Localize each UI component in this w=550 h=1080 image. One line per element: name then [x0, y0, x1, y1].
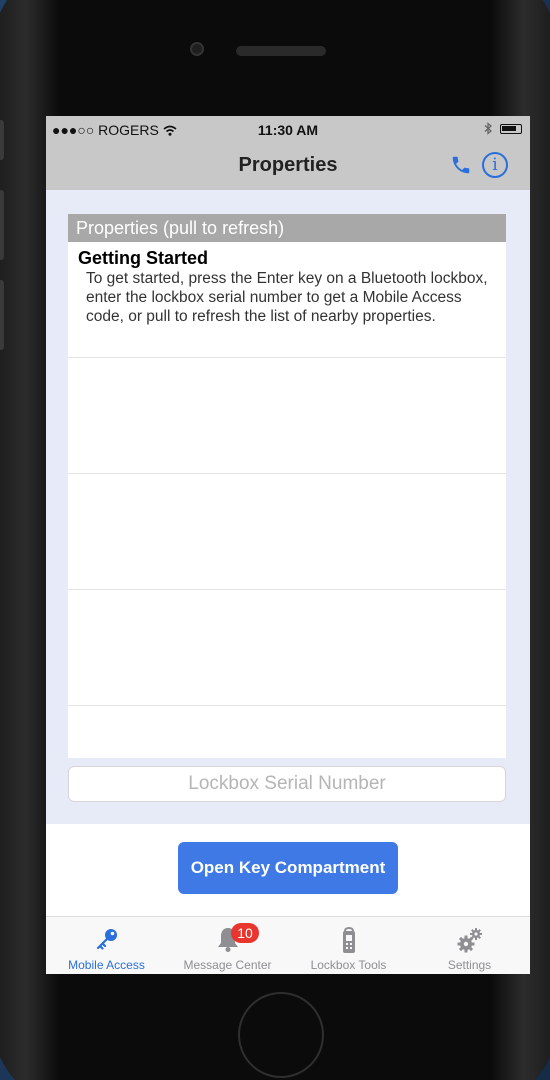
tab-mobile-access[interactable]: Mobile Access [46, 917, 167, 974]
open-key-compartment-button[interactable]: Open Key Compartment [178, 842, 398, 894]
volume-up-button [0, 190, 4, 260]
mute-switch [0, 120, 4, 160]
phone-screen: ●●●○○ ROGERS 11:30 AM Properties i Prope… [46, 116, 530, 974]
tab-label: Mobile Access [68, 958, 145, 972]
home-button[interactable] [238, 992, 324, 1078]
lockbox-serial-input[interactable] [68, 766, 506, 802]
tab-settings[interactable]: Settings [409, 917, 530, 974]
nav-actions: i [450, 152, 508, 178]
status-time: 11:30 AM [257, 122, 319, 138]
empty-row [68, 358, 506, 474]
lockbox-icon [342, 927, 355, 953]
unread-badge: 10 [231, 923, 259, 943]
gears-icon [457, 928, 482, 953]
earpiece-speaker [236, 46, 326, 56]
tab-message-center[interactable]: 10 Message Center [167, 917, 288, 974]
tab-label: Settings [447, 958, 492, 972]
list-item[interactable]: Getting Started To get started, press th… [68, 242, 506, 358]
key-icon [96, 929, 117, 950]
volume-down-button [0, 280, 4, 350]
status-bar: ●●●○○ ROGERS 11:30 AM [46, 120, 530, 140]
empty-row [68, 590, 506, 706]
list-item-title: Getting Started [78, 248, 209, 268]
list-item-description: To get started, press the Enter key on a… [86, 270, 488, 325]
tab-label: Message Center [183, 958, 272, 972]
list-header: Properties (pull to refresh) [68, 214, 506, 242]
tab-lockbox-tools[interactable]: Lockbox Tools [288, 917, 409, 974]
info-icon[interactable]: i [482, 152, 508, 178]
empty-row [68, 474, 506, 590]
phone-icon[interactable] [450, 154, 472, 176]
tab-label: Lockbox Tools [310, 958, 387, 972]
status-right [484, 122, 522, 135]
front-camera [190, 42, 204, 56]
content-area: Properties (pull to refresh) Getting Sta… [46, 190, 530, 824]
nav-header: ●●●○○ ROGERS 11:30 AM Properties i [46, 116, 530, 190]
bluetooth-icon [484, 122, 492, 135]
tab-bar: Mobile Access 10 Message Center Lockbox … [46, 916, 530, 974]
battery-icon [500, 123, 522, 134]
properties-list[interactable]: Properties (pull to refresh) Getting Sta… [68, 214, 506, 758]
